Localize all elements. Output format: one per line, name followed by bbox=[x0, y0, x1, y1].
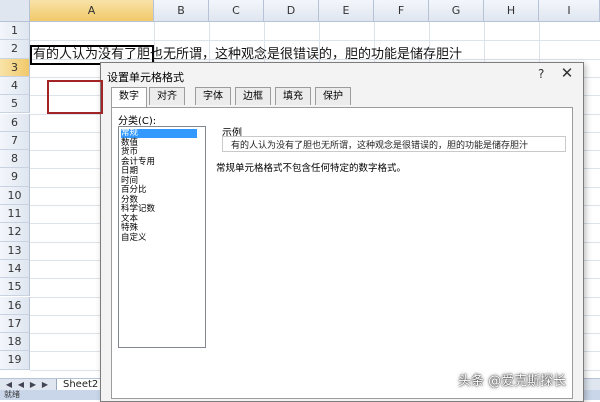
category-item[interactable]: 特殊 bbox=[121, 224, 197, 233]
category-item[interactable]: 常规 bbox=[121, 129, 197, 138]
tab-fill[interactable]: 填充 bbox=[275, 87, 311, 105]
tab-protection[interactable]: 保护 bbox=[315, 87, 351, 105]
format-description: 常规单元格格式不包含任何特定的数字格式。 bbox=[216, 163, 407, 174]
row-header-12[interactable]: 12 bbox=[0, 223, 30, 242]
tab-border[interactable]: 边框 bbox=[235, 87, 271, 105]
status-text: 就绪 bbox=[4, 390, 20, 399]
category-item[interactable]: 自定义 bbox=[121, 233, 197, 243]
number-format-panel: 分类(C): 常规 数值 货币 会计专用 日期 时间 百分比 分数 科学记数 文本 特殊 自定义 示例… bbox=[111, 107, 573, 399]
row-header-18[interactable]: 18 bbox=[0, 333, 30, 352]
help-icon[interactable]: ? bbox=[538, 67, 544, 81]
column-header-b[interactable]: B bbox=[154, 0, 209, 22]
row-header-19[interactable]: 19 bbox=[0, 351, 30, 370]
column-header-i[interactable]: I bbox=[539, 0, 600, 22]
format-cells-dialog: 设置单元格格式 ? ✕ 数字 对齐 字体 边框 填充 保护 分类(C): 常规数… bbox=[100, 62, 584, 402]
column-header-c[interactable]: C bbox=[209, 0, 264, 22]
alignment-tab-highlight bbox=[47, 80, 103, 114]
row-header-13[interactable]: 13 bbox=[0, 241, 30, 260]
row-header-9[interactable]: 9 bbox=[0, 168, 30, 187]
row-header-6[interactable]: 6 bbox=[0, 113, 30, 132]
category-item[interactable]: 日期 bbox=[121, 167, 197, 176]
category-item[interactable]: 百分比 bbox=[121, 186, 197, 195]
sample-text: 有的人认为没有了胆也无所谓，这种观念是很错误的，胆的功能是储存胆汁 bbox=[231, 141, 529, 151]
row-header-3[interactable]: 3 bbox=[0, 58, 30, 77]
row-header-14[interactable]: 14 bbox=[0, 259, 30, 279]
category-list[interactable]: 常规 数值 货币 会计专用 日期 时间 百分比 分数 科学记数 文本 特殊 自定义 bbox=[118, 126, 206, 348]
column-header-f[interactable]: F bbox=[374, 0, 429, 22]
tab-number[interactable]: 数字 bbox=[111, 87, 147, 107]
row-header-16[interactable]: 16 bbox=[0, 296, 30, 315]
column-header-a[interactable]: A bbox=[30, 0, 154, 22]
last-sheet-icon[interactable]: ▶ bbox=[40, 380, 50, 390]
category-label: 分类(C): bbox=[118, 116, 157, 127]
row-header-7[interactable]: 7 bbox=[0, 131, 30, 151]
row-header-11[interactable]: 11 bbox=[0, 205, 30, 224]
tab-alignment[interactable]: 对齐 bbox=[149, 87, 185, 105]
row-header-2[interactable]: 2 bbox=[0, 40, 30, 59]
select-all-corner[interactable] bbox=[0, 0, 30, 22]
category-item[interactable]: 货币 bbox=[121, 148, 197, 157]
watermark-text: 头条 @爱克斯探长 bbox=[458, 374, 567, 389]
row-header-8[interactable]: 8 bbox=[0, 150, 30, 169]
next-sheet-icon[interactable]: ▶ bbox=[28, 380, 38, 390]
sample-box: 有的人认为没有了胆也无所谓，这种观念是很错误的，胆的功能是储存胆汁 bbox=[222, 136, 566, 152]
grid-row-line bbox=[30, 40, 600, 42]
row-header-5[interactable]: 5 bbox=[0, 95, 30, 114]
close-icon[interactable]: ✕ bbox=[556, 63, 578, 83]
row-header-1[interactable]: 1 bbox=[0, 22, 30, 41]
row-header-4[interactable]: 4 bbox=[0, 76, 30, 96]
dialog-title: 设置单元格格式 bbox=[107, 71, 184, 84]
column-header-g[interactable]: G bbox=[429, 0, 484, 22]
column-header-e[interactable]: E bbox=[319, 0, 374, 22]
column-header-d[interactable]: D bbox=[264, 0, 319, 22]
row-header-17[interactable]: 17 bbox=[0, 314, 30, 334]
row-header-10[interactable]: 10 bbox=[0, 186, 30, 205]
category-item[interactable]: 科学记数 bbox=[121, 205, 197, 214]
tab-font[interactable]: 字体 bbox=[195, 87, 231, 105]
row-header-15[interactable]: 15 bbox=[0, 278, 30, 297]
column-header-h[interactable]: H bbox=[484, 0, 539, 22]
